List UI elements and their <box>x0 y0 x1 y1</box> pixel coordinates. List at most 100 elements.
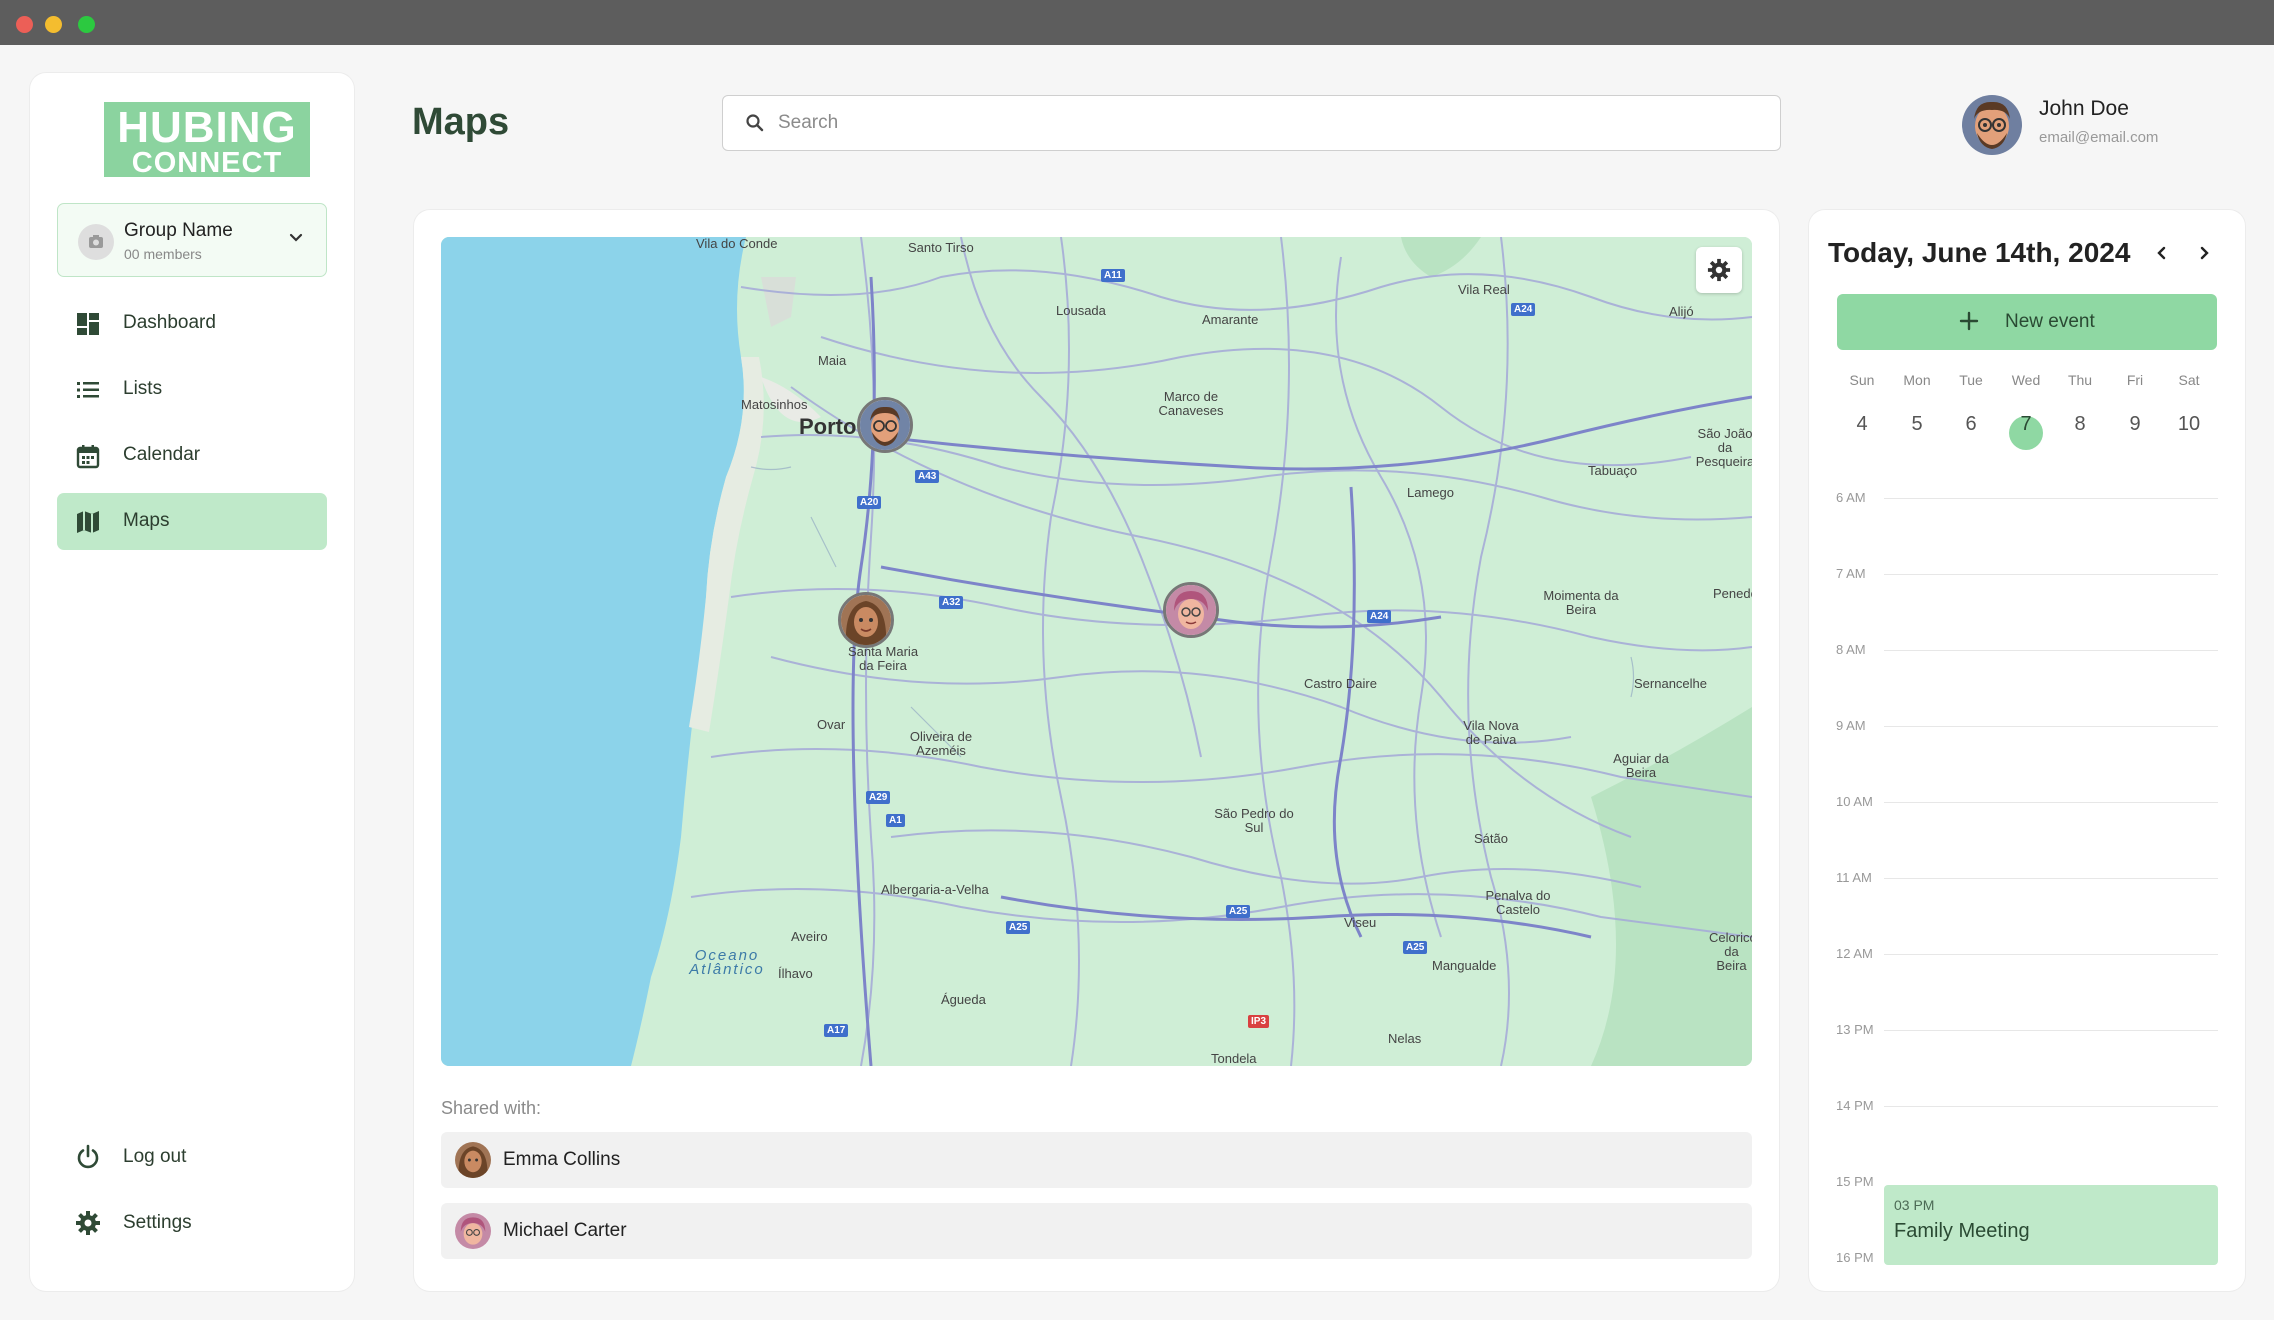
map-place-label: Penalva do Castelo <box>1485 888 1551 917</box>
calendar-card: Today, June 14th, 2024 New event Sun Mon… <box>1809 210 2245 1291</box>
map-place-label: Tondela <box>1211 1051 1257 1066</box>
map-place-label: Lousada <box>1056 303 1106 318</box>
prev-day-button[interactable] <box>2149 240 2175 266</box>
next-day-button[interactable] <box>2191 240 2217 266</box>
person-name: Michael Carter <box>503 1220 627 1241</box>
search-icon <box>745 113 765 138</box>
gear-icon <box>75 1210 101 1241</box>
weekday-header: Sat <box>2178 372 2200 388</box>
weekday-header: Mon <box>1903 372 1931 388</box>
calendar-icon <box>75 443 101 469</box>
event-time: 03 PM <box>1894 1197 1935 1213</box>
map-place-label: Sátão <box>1474 831 1508 846</box>
user-avatar[interactable] <box>1962 95 2022 155</box>
road-shield: A43 <box>915 470 940 483</box>
map-place-label: Marco de Canaveses <box>1158 389 1224 418</box>
shared-person-row[interactable]: Michael Carter <box>441 1203 1752 1259</box>
shared-person-row[interactable]: Emma Collins <box>441 1132 1752 1188</box>
map-place-label: Santa Maria da Feira <box>847 644 919 673</box>
map-icon <box>75 509 101 535</box>
hour-label: 9 AM <box>1836 718 1866 733</box>
map-place-label: Celorico da Beira <box>1709 930 1752 973</box>
map-place-label: Porto <box>799 414 857 439</box>
calendar-day[interactable]: 5 <box>1890 413 1944 436</box>
calendar-day-selected[interactable]: 7 <box>1999 413 2053 436</box>
new-event-button[interactable]: New event <box>1837 294 2217 350</box>
weekday-header: Wed <box>2011 372 2041 388</box>
map-place-label: Lamego <box>1407 485 1454 500</box>
calendar-day[interactable]: 4 <box>1835 413 1889 436</box>
hour-label: 12 AM <box>1836 946 1873 961</box>
group-avatar <box>78 224 114 260</box>
chevron-right-icon <box>2200 246 2209 260</box>
minimize-window-button[interactable] <box>45 16 62 33</box>
maximize-window-button[interactable] <box>78 16 95 33</box>
map-place-label: Alijó <box>1669 304 1694 319</box>
sidebar-item-maps[interactable]: Maps <box>57 493 327 550</box>
calendar-day[interactable]: 10 <box>2162 413 2216 436</box>
sidebar-item-dashboard[interactable]: Dashboard <box>57 295 327 352</box>
map-place-label: Aveiro <box>791 929 828 944</box>
hour-line <box>1884 1030 2218 1031</box>
logout-button[interactable]: Log out <box>57 1129 327 1185</box>
hour-line <box>1884 498 2218 499</box>
settings-button[interactable]: Settings <box>57 1195 327 1251</box>
hour-label: 10 AM <box>1836 794 1873 809</box>
calendar-day[interactable]: 9 <box>2108 413 2162 436</box>
map-place-label: Matosinhos <box>741 397 808 412</box>
road-shield: A17 <box>824 1024 849 1037</box>
sidebar-item-label: Dashboard <box>123 312 216 333</box>
sidebar: HUBING CONNECT Group Name 00 members Das… <box>30 73 354 1291</box>
hour-line <box>1884 878 2218 879</box>
map-marker-john[interactable] <box>857 397 913 453</box>
hour-line <box>1884 650 2218 651</box>
sidebar-item-label: Lists <box>123 378 163 399</box>
hour-label: 14 PM <box>1836 1098 1874 1113</box>
settings-label: Settings <box>123 1212 192 1233</box>
shared-with-label: Shared with: <box>441 1098 542 1118</box>
map-background <box>441 237 1752 1066</box>
road-shield: A29 <box>866 791 891 804</box>
group-member-count: 00 members <box>124 246 202 262</box>
hour-line <box>1884 1106 2218 1107</box>
week-divider <box>1833 465 2223 471</box>
map-settings-button[interactable] <box>1696 247 1742 293</box>
close-window-button[interactable] <box>16 16 33 33</box>
road-shield: A25 <box>1226 905 1251 918</box>
map-place-label: Ovar <box>817 717 846 732</box>
plus-icon <box>1957 309 1981 338</box>
page-title: Maps <box>412 101 510 143</box>
map-place-label: Amarante <box>1202 312 1259 327</box>
road-shield: A25 <box>1006 921 1031 934</box>
sidebar-item-calendar[interactable]: Calendar <box>57 427 327 484</box>
hour-label: 8 AM <box>1836 642 1866 657</box>
sidebar-item-lists[interactable]: Lists <box>57 361 327 418</box>
calendar-day[interactable]: 8 <box>2053 413 2107 436</box>
calendar-title: Today, June 14th, 2024 <box>1828 237 2131 268</box>
person-name: Emma Collins <box>503 1149 621 1170</box>
person-avatar <box>455 1213 491 1249</box>
app-logo[interactable]: HUBING CONNECT <box>102 100 312 179</box>
map-marker-michael[interactable] <box>1163 582 1219 638</box>
map-view[interactable]: Vila do Conde Santo Tirso Vila Real Alij… <box>441 237 1752 1066</box>
calendar-day[interactable]: 6 <box>1944 413 1998 436</box>
map-place-label: Castro Daire <box>1304 676 1377 691</box>
map-place-label: Ílhavo <box>778 966 813 981</box>
event-title: Family Meeting <box>1894 1220 2030 1242</box>
map-place-label: Santo Tirso <box>908 240 974 255</box>
hour-line <box>1884 954 2218 955</box>
list-icon <box>75 377 101 403</box>
logout-label: Log out <box>123 1146 187 1167</box>
road-shield: A32 <box>939 596 964 609</box>
logo-line1: HUBING <box>117 103 297 152</box>
map-marker-emma[interactable] <box>838 592 894 648</box>
map-place-label: Mangualde <box>1432 958 1497 973</box>
map-place-label: Aguiar da Beira <box>1613 751 1669 780</box>
calendar-event[interactable]: 03 PM Family Meeting <box>1884 1185 2218 1265</box>
search-input[interactable] <box>778 108 1678 138</box>
hour-label: 15 PM <box>1836 1174 1874 1189</box>
hour-label: 16 PM <box>1836 1250 1874 1265</box>
map-place-label: Viseu <box>1344 915 1377 930</box>
group-selector[interactable]: Group Name 00 members <box>57 203 327 277</box>
map-place-label: Albergaria-a-Velha <box>881 882 989 897</box>
